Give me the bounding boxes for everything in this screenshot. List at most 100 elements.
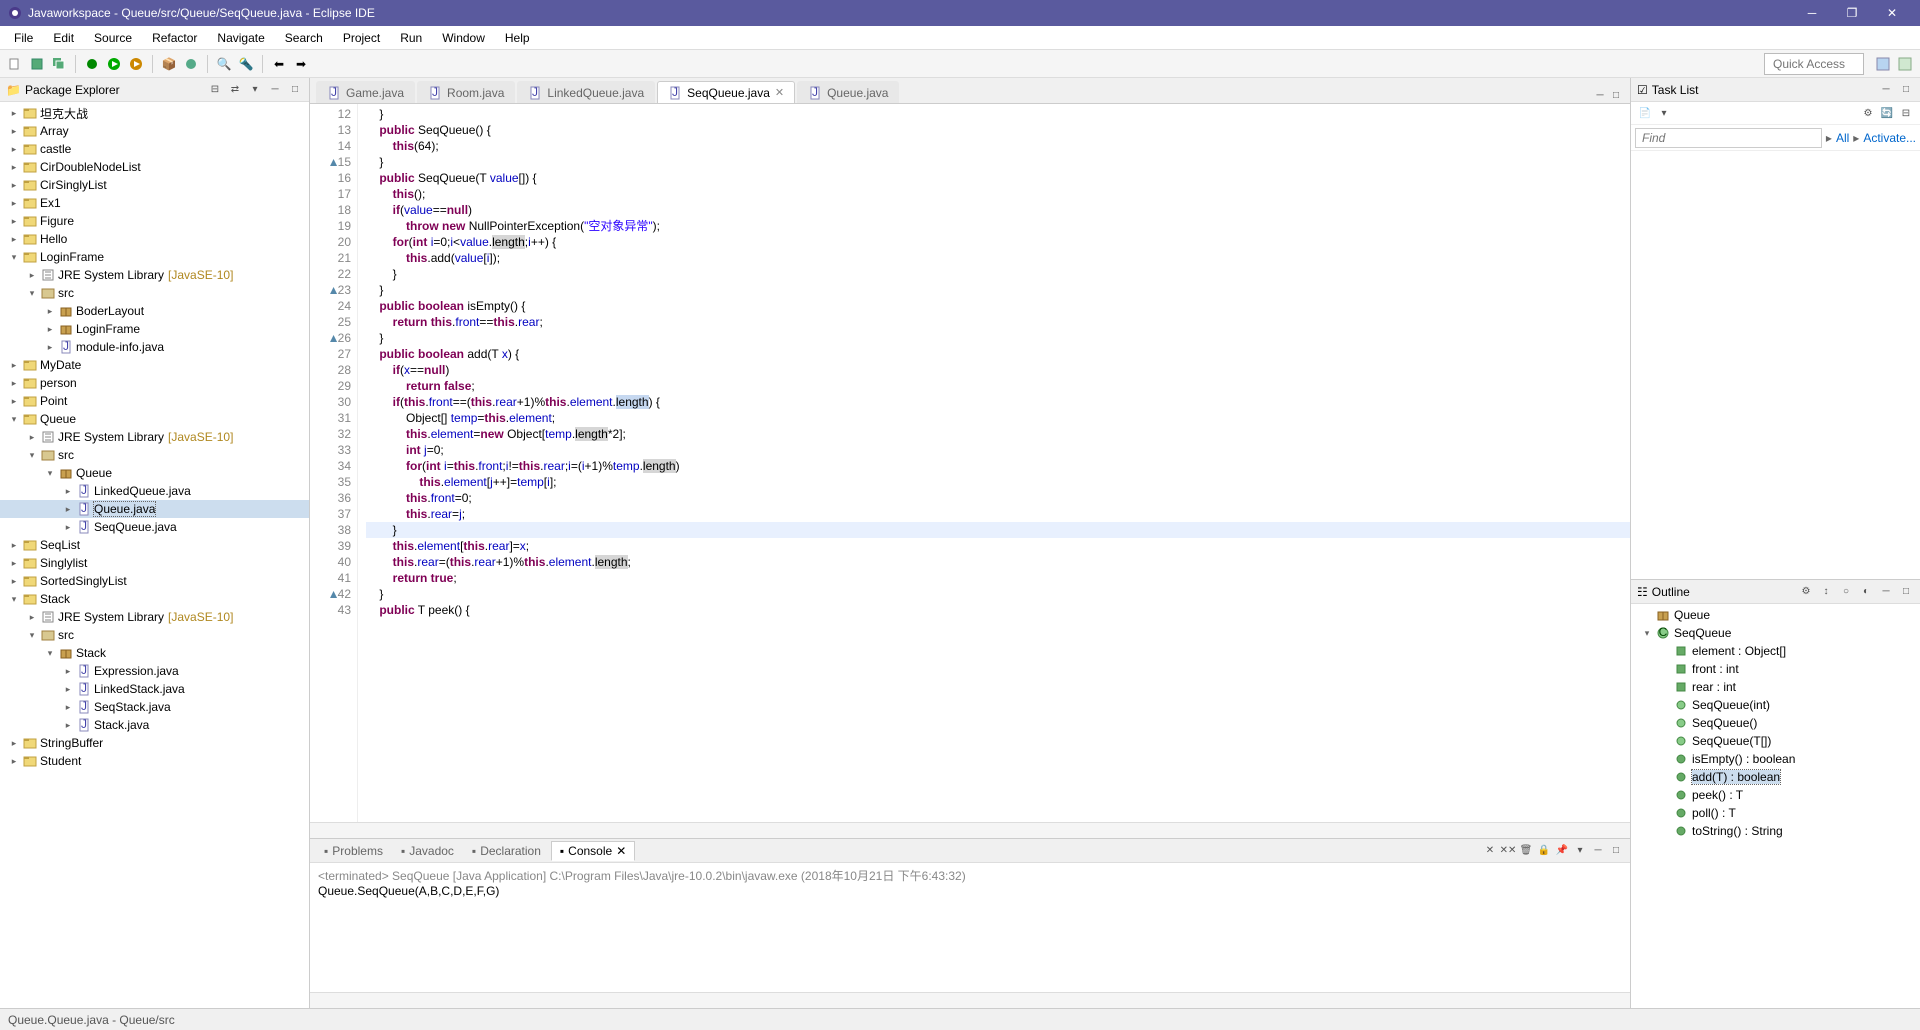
twisty-icon[interactable]: ▸ xyxy=(60,483,76,499)
task-all-link[interactable]: All xyxy=(1836,131,1849,145)
tree-item[interactable]: ▸坦克大战 xyxy=(0,104,309,122)
menu-file[interactable]: File xyxy=(4,28,43,48)
editor-hscroll[interactable] xyxy=(310,822,1630,838)
tree-item[interactable]: ▸JRE System Library[JavaSE-10] xyxy=(0,428,309,446)
editor-minimize-icon[interactable]: ─ xyxy=(1592,87,1608,103)
outline-item[interactable]: rear : int xyxy=(1631,678,1920,696)
code-line[interactable]: public SeqQueue(T value[]) { xyxy=(366,170,1630,186)
console-remove-icon[interactable]: ✕ xyxy=(1482,843,1498,859)
twisty-icon[interactable] xyxy=(1639,607,1655,623)
tree-item[interactable]: ▸Student xyxy=(0,752,309,770)
tree-item[interactable]: ▸LoginFrame xyxy=(0,320,309,338)
tree-item[interactable]: ▸StringBuffer xyxy=(0,734,309,752)
new-task-icon[interactable]: 📄 xyxy=(1637,105,1653,121)
code-area[interactable]: } public SeqQueue() { this(64); } public… xyxy=(358,104,1630,822)
tree-item[interactable]: ▸SortedSinglyList xyxy=(0,572,309,590)
code-line[interactable]: } xyxy=(366,282,1630,298)
code-line[interactable]: int j=0; xyxy=(366,442,1630,458)
outline-focus-icon[interactable]: ⚙ xyxy=(1798,584,1814,600)
twisty-icon[interactable]: ▸ xyxy=(6,753,22,769)
twisty-icon[interactable]: ▸ xyxy=(42,339,58,355)
perspective-debug-icon[interactable] xyxy=(1896,55,1914,73)
bottom-tab-console[interactable]: ▪Console ✕ xyxy=(551,841,635,861)
code-line[interactable]: this(64); xyxy=(366,138,1630,154)
twisty-icon[interactable]: ▸ xyxy=(60,699,76,715)
twisty-icon[interactable]: ▸ xyxy=(60,717,76,733)
new-class-icon[interactable] xyxy=(182,55,200,73)
bottom-tab-javadoc[interactable]: ▪Javadoc xyxy=(393,842,462,860)
outline-item[interactable]: element : Object[] xyxy=(1631,642,1920,660)
menu-edit[interactable]: Edit xyxy=(43,28,84,48)
code-line[interactable]: if(this.front==(this.rear+1)%this.elemen… xyxy=(366,394,1630,410)
code-line[interactable]: for(int i=0;i<value.length;i++) { xyxy=(366,234,1630,250)
code-line[interactable]: this.rear=(this.rear+1)%this.element.len… xyxy=(366,554,1630,570)
tree-item[interactable]: ▾LoginFrame xyxy=(0,248,309,266)
code-line[interactable]: this(); xyxy=(366,186,1630,202)
tree-item[interactable]: ▸JSeqStack.java xyxy=(0,698,309,716)
console-hscroll[interactable] xyxy=(310,992,1630,1008)
tree-item[interactable]: ▾Stack xyxy=(0,644,309,662)
menu-navigate[interactable]: Navigate xyxy=(207,28,274,48)
tree-item[interactable]: ▸JSeqQueue.java xyxy=(0,518,309,536)
tree-item[interactable]: ▾src xyxy=(0,626,309,644)
twisty-icon[interactable] xyxy=(1657,733,1673,749)
tree-item[interactable]: ▸JQueue.java xyxy=(0,500,309,518)
console-clear-icon[interactable]: 🗑 xyxy=(1518,843,1534,859)
twisty-icon[interactable]: ▸ xyxy=(6,393,22,409)
outline-item[interactable]: peek() : T xyxy=(1631,786,1920,804)
console-display-icon[interactable]: ▾ xyxy=(1572,843,1588,859)
twisty-icon[interactable]: ▸ xyxy=(42,303,58,319)
quick-access-input[interactable] xyxy=(1764,53,1864,75)
task-sync-icon[interactable]: 🔄 xyxy=(1879,105,1895,121)
twisty-icon[interactable]: ▾ xyxy=(42,645,58,661)
code-line[interactable]: throw new NullPointerException("空对象异常"); xyxy=(366,218,1630,234)
outline-item[interactable]: Queue xyxy=(1631,606,1920,624)
tree-item[interactable]: ▾Queue xyxy=(0,410,309,428)
run-icon[interactable] xyxy=(105,55,123,73)
twisty-icon[interactable]: ▾ xyxy=(6,591,22,607)
tree-item[interactable]: ▸JLinkedQueue.java xyxy=(0,482,309,500)
tree-item[interactable]: ▸Jmodule-info.java xyxy=(0,338,309,356)
back-icon[interactable]: ⬅ xyxy=(270,55,288,73)
close-tab-icon[interactable]: ✕ xyxy=(775,86,784,99)
perspective-java-icon[interactable] xyxy=(1874,55,1892,73)
code-line[interactable]: } xyxy=(366,106,1630,122)
code-line[interactable]: return false; xyxy=(366,378,1630,394)
tree-item[interactable]: ▸Hello xyxy=(0,230,309,248)
bottom-tab-declaration[interactable]: ▪Declaration xyxy=(464,842,549,860)
outline-item[interactable]: front : int xyxy=(1631,660,1920,678)
minimize-view-icon[interactable]: ─ xyxy=(267,82,283,98)
bottom-tab-problems[interactable]: ▪Problems xyxy=(316,842,391,860)
twisty-icon[interactable] xyxy=(1657,715,1673,731)
twisty-icon[interactable]: ▾ xyxy=(1639,625,1655,641)
code-line[interactable]: this.rear=j; xyxy=(366,506,1630,522)
minimize-button[interactable]: ─ xyxy=(1792,0,1832,26)
code-line[interactable]: this.element=new Object[temp.length*2]; xyxy=(366,426,1630,442)
tree-item[interactable]: ▸JStack.java xyxy=(0,716,309,734)
outline-item[interactable]: ▾CSeqQueue xyxy=(1631,624,1920,642)
menu-project[interactable]: Project xyxy=(333,28,390,48)
twisty-icon[interactable]: ▸ xyxy=(60,681,76,697)
outline-item[interactable]: SeqQueue(T[]) xyxy=(1631,732,1920,750)
twisty-icon[interactable]: ▸ xyxy=(42,321,58,337)
close-icon[interactable]: ✕ xyxy=(616,844,626,858)
tree-item[interactable]: ▸SeqList xyxy=(0,536,309,554)
menu-window[interactable]: Window xyxy=(432,28,495,48)
code-line[interactable]: public SeqQueue() { xyxy=(366,122,1630,138)
console-minimize-icon[interactable]: ─ xyxy=(1590,843,1606,859)
package-tree[interactable]: ▸坦克大战▸Array▸castle▸CirDoubleNodeList▸Cir… xyxy=(0,102,309,1008)
twisty-icon[interactable] xyxy=(1657,697,1673,713)
save-all-icon[interactable] xyxy=(50,55,68,73)
code-line[interactable]: public boolean add(T x) { xyxy=(366,346,1630,362)
twisty-icon[interactable]: ▸ xyxy=(6,375,22,391)
twisty-icon[interactable]: ▸ xyxy=(6,213,22,229)
outline-item[interactable]: SeqQueue() xyxy=(1631,714,1920,732)
menu-source[interactable]: Source xyxy=(84,28,142,48)
close-button[interactable]: ✕ xyxy=(1872,0,1912,26)
editor-maximize-icon[interactable]: □ xyxy=(1608,87,1624,103)
tree-item[interactable]: ▸BoderLayout xyxy=(0,302,309,320)
twisty-icon[interactable]: ▸ xyxy=(6,177,22,193)
editor-tab[interactable]: JGame.java xyxy=(316,81,415,103)
tree-item[interactable]: ▾Queue xyxy=(0,464,309,482)
code-line[interactable]: } xyxy=(366,586,1630,602)
